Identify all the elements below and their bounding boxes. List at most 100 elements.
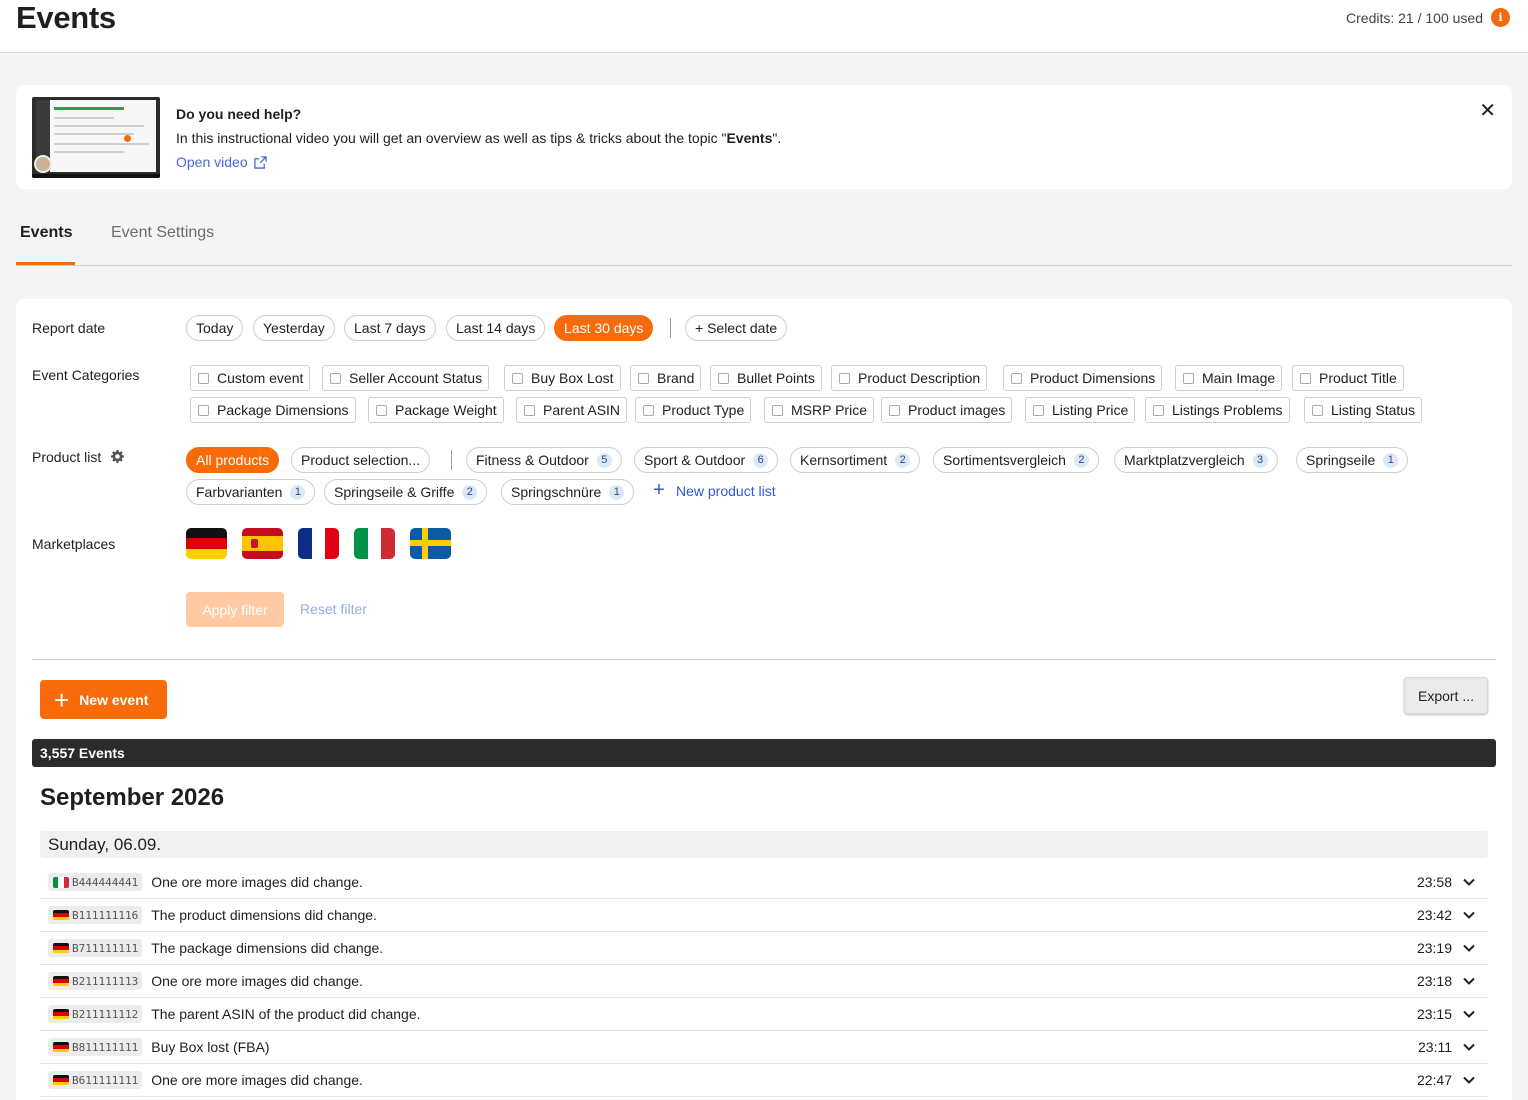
product-list-pill[interactable]: Marktplatzvergleich 3 [1114,447,1278,473]
chevron-down-icon[interactable] [1462,875,1476,889]
flag-fr-icon[interactable] [298,528,339,559]
new-event-button[interactable]: + New event [40,680,167,719]
category-checkbox[interactable]: Brand [630,365,702,391]
product-list-pill[interactable]: Farbvarianten 1 [186,479,316,505]
category-checkbox[interactable]: Product Type [635,397,752,423]
chevron-down-icon[interactable] [1462,908,1476,922]
event-row[interactable]: B811111111 Buy Box lost (FBA) 23:11 [40,1031,1488,1064]
category-checkbox[interactable]: MSRP Price [764,397,874,423]
asin-badge[interactable]: B211111113 [48,972,143,990]
asin-badge[interactable]: B611111111 [48,1071,143,1089]
help-text: In this instructional video you will get… [176,130,782,146]
flag-de-icon [53,942,69,954]
flag-es-icon[interactable] [242,528,283,559]
category-checkbox[interactable]: Listings Problems [1145,397,1290,423]
flag-se-icon[interactable] [410,528,451,559]
product-list-pill[interactable]: Sport & Outdoor 6 [634,447,779,473]
category-checkbox[interactable]: Custom event [190,365,311,391]
divider [451,450,452,470]
event-row[interactable]: B211111112 The parent ASIN of the produc… [40,998,1488,1031]
category-checkbox[interactable]: Main Image [1175,365,1283,391]
flag-it-icon [53,876,69,888]
category-checkbox[interactable]: Product Title [1292,365,1404,391]
asin-badge[interactable]: B211111112 [48,1005,143,1023]
plus-icon: + [54,684,70,715]
chevron-down-icon[interactable] [1462,1073,1476,1087]
date-last-7-days[interactable]: Last 7 days [344,315,436,341]
date-last-14-days[interactable]: Last 14 days [446,315,546,341]
category-checkbox[interactable]: Package Dimensions [190,397,356,423]
video-thumbnail[interactable] [32,97,160,178]
flag-de-icon [53,975,69,987]
month-heading: September 2026 [40,784,225,811]
flag-de-icon [53,1041,69,1053]
product-list-pill[interactable]: Sortimentsvergleich 2 [933,447,1099,473]
select-date-button[interactable]: + Select date [685,315,788,341]
report-date-label: Report date [32,320,106,336]
date-yesterday[interactable]: Yesterday [253,315,335,341]
event-time: 22:47 [1416,1072,1452,1088]
event-description: One ore more images did change. [151,1072,363,1088]
credits-indicator: Credits: 21 / 100 used i [1346,8,1510,27]
open-video-link[interactable]: Open video [176,154,267,170]
close-icon[interactable]: ✕ [1479,98,1496,123]
info-icon[interactable]: i [1491,8,1510,27]
chevron-down-icon[interactable] [1462,1007,1476,1021]
chevron-down-icon[interactable] [1462,974,1476,988]
flag-de-icon[interactable] [186,528,227,559]
product-selection-pill[interactable]: Product selection... [291,447,431,473]
event-time: 23:15 [1416,1006,1452,1022]
event-row[interactable]: B711111111 The package dimensions did ch… [40,932,1488,965]
marketplaces-label: Marketplaces [32,536,116,552]
product-list-pill[interactable]: Springseile 1 [1296,447,1409,473]
category-checkbox[interactable]: Product images [881,397,1013,423]
product-list-pill[interactable]: Springschnüre 1 [501,479,635,505]
category-checkbox[interactable]: Product Dimensions [1003,365,1163,391]
category-checkbox[interactable]: Product Description [831,365,988,391]
event-row[interactable]: B444444441 One ore more images did chang… [40,866,1488,899]
events-panel: Report date Today Yesterday Last 7 days … [16,299,1512,1100]
asin-badge[interactable]: B811111111 [48,1038,143,1056]
category-checkbox[interactable]: Listing Status [1304,397,1423,423]
category-checkbox[interactable]: Listing Price [1025,397,1136,423]
apply-filter-button[interactable]: Apply filter [186,592,284,627]
product-list-pill[interactable]: Kernsortiment 2 [790,447,921,473]
divider [670,318,671,338]
external-link-icon [253,155,267,169]
category-checkbox[interactable]: Buy Box Lost [504,365,621,391]
help-banner: Do you need help? In this instructional … [16,85,1512,189]
export-button[interactable]: Export ... [1404,677,1488,714]
product-list-pill[interactable]: Springseile & Griffe 2 [324,479,488,505]
tab-event-settings[interactable]: Event Settings [111,224,214,242]
event-description: One ore more images did change. [151,973,363,989]
new-product-list-button[interactable]: + New product list [650,479,775,501]
asin-badge[interactable]: B444444441 [48,873,143,891]
credits-text: Credits: 21 / 100 used [1346,9,1483,26]
product-list-pill[interactable]: Fitness & Outdoor 5 [466,447,622,473]
date-last-30-days[interactable]: Last 30 days [554,315,654,341]
tab-events[interactable]: Events [20,224,72,242]
flag-de-icon [53,1074,69,1086]
chevron-down-icon[interactable] [1462,1040,1476,1054]
all-products-pill[interactable]: All products [186,447,280,473]
gear-icon[interactable] [111,450,125,463]
category-checkbox[interactable]: Seller Account Status [322,365,490,391]
event-row[interactable]: B211111113 One ore more images did chang… [40,965,1488,998]
event-row[interactable]: B111111116 The product dimensions did ch… [40,899,1488,932]
date-today[interactable]: Today [186,315,244,341]
event-row[interactable]: B611111111 One ore more images did chang… [40,1064,1488,1097]
flag-it-icon[interactable] [354,528,395,559]
reset-filter-button[interactable]: Reset filter [300,601,367,617]
events-count-bar: 3,557 Events [32,739,1496,767]
asin-badge[interactable]: B111111116 [48,906,143,924]
top-bar: Events Credits: 21 / 100 used i [0,0,1528,53]
plus-icon: + [653,479,665,501]
category-checkbox[interactable]: Parent ASIN [516,397,628,423]
asin-badge[interactable]: B711111111 [48,939,143,957]
day-heading: Sunday, 06.09. [40,831,1488,858]
category-checkbox[interactable]: Bullet Points [710,365,822,391]
chevron-down-icon[interactable] [1462,941,1476,955]
event-time: 23:11 [1418,1039,1452,1055]
category-checkbox[interactable]: Package Weight [368,397,504,423]
product-list-label: Product list [32,449,125,465]
